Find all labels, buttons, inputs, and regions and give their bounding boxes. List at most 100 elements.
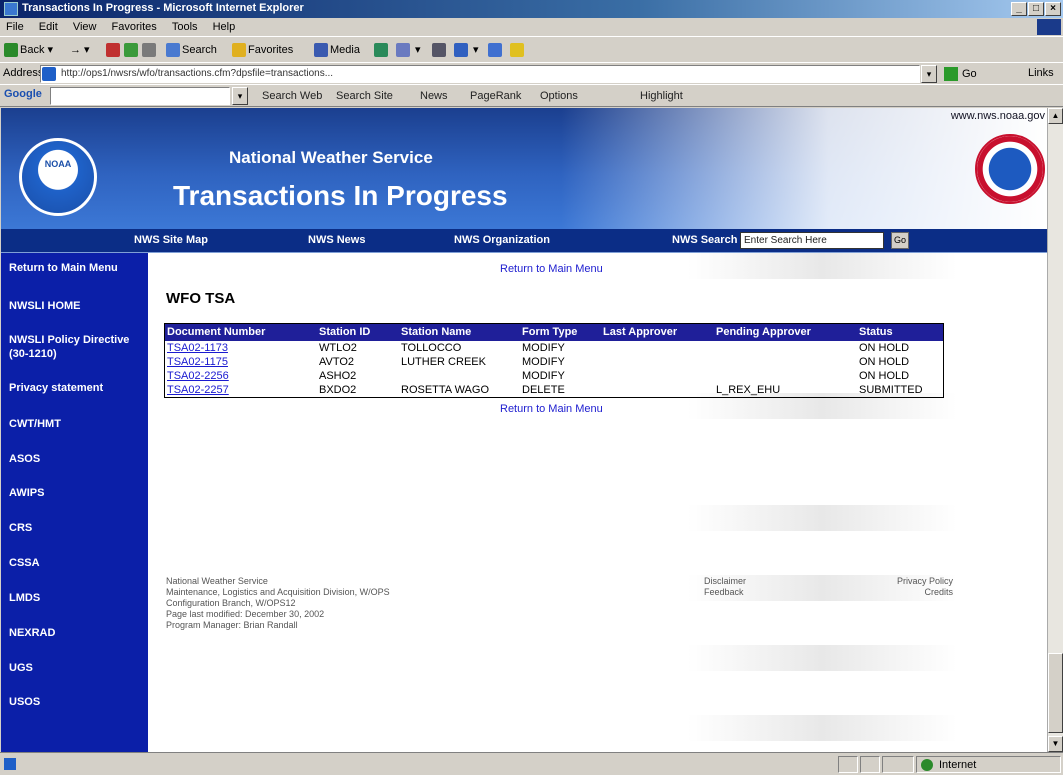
search-icon <box>166 43 180 58</box>
nws-search-go-button[interactable]: Go <box>891 232 909 249</box>
col-status: Status <box>859 326 893 338</box>
footer-links-left: Disclaimer Feedback <box>704 576 746 598</box>
nav-organization[interactable]: NWS Organization <box>454 234 550 246</box>
back-arrow-icon <box>4 43 18 58</box>
scroll-up-button[interactable]: ▲ <box>1048 108 1063 124</box>
google-options-button[interactable]: Options <box>540 90 578 102</box>
messenger-button[interactable] <box>510 41 526 59</box>
noaa-logo[interactable]: NOAA <box>19 138 97 216</box>
google-search-input[interactable] <box>50 87 230 105</box>
sidebar-item-ugs[interactable]: UGS <box>9 661 33 675</box>
nav-news[interactable]: NWS News <box>308 234 365 246</box>
google-search-dropdown[interactable]: ▾ <box>232 87 248 105</box>
noaa-logo-label: NOAA <box>44 159 72 169</box>
history-button[interactable] <box>374 41 390 59</box>
station-id: ASHO2 <box>319 370 357 382</box>
search-site-button[interactable]: Search Site <box>336 90 393 102</box>
privacy-policy-link[interactable]: Privacy Policy <box>873 576 953 587</box>
nav-search-label: NWS Search <box>672 234 738 246</box>
scroll-thumb[interactable] <box>1048 653 1063 733</box>
google-logo[interactable]: Google <box>4 88 42 100</box>
document-link[interactable]: TSA02-2256 <box>167 370 229 382</box>
content-stripe <box>148 505 1047 531</box>
highlight-button[interactable]: Highlight <box>640 90 683 102</box>
nws-search-input[interactable]: Enter Search Here <box>740 232 884 249</box>
media-button[interactable]: Media <box>314 41 360 59</box>
menu-favorites[interactable]: Favorites <box>106 18 163 33</box>
content-stripe <box>148 645 1047 671</box>
credits-link[interactable]: Credits <box>873 587 953 598</box>
site-url-link[interactable]: www.nws.noaa.gov <box>951 110 1045 122</box>
scroll-down-button[interactable]: ▼ <box>1048 736 1063 752</box>
form-type: DELETE <box>522 384 565 396</box>
google-news-button[interactable]: News <box>420 90 448 102</box>
maximize-button[interactable]: □ <box>1028 2 1044 16</box>
pagerank-indicator[interactable]: PageRank <box>470 90 521 102</box>
menu-view[interactable]: View <box>67 18 103 33</box>
menu-help[interactable]: Help <box>207 18 242 33</box>
document-link[interactable]: TSA02-1173 <box>167 342 228 354</box>
nws-banner: NOAA National Weather Service Transactio… <box>1 108 1047 229</box>
back-button[interactable]: Back ▾ <box>4 41 53 59</box>
sidebar-item-privacy[interactable]: Privacy statement <box>9 381 103 395</box>
mail-button[interactable]: ▾ <box>396 41 421 59</box>
go-arrow-icon <box>944 67 958 81</box>
station-name: LUTHER CREEK <box>401 356 486 368</box>
station-id: BXDO2 <box>319 384 357 396</box>
links-button[interactable]: Links <box>1028 67 1054 79</box>
sidebar-item-return-main[interactable]: Return to Main Menu <box>9 261 118 275</box>
station-name: ROSETTA WAGO <box>401 384 490 396</box>
forward-button[interactable]: → ▾ <box>70 41 90 59</box>
footer-line: National Weather Service <box>166 576 268 586</box>
edit-button[interactable]: ▾ <box>454 41 479 59</box>
print-button[interactable] <box>432 41 448 59</box>
print-icon <box>432 43 446 58</box>
status: ON HOLD <box>859 342 910 354</box>
refresh-button[interactable] <box>124 41 140 59</box>
favorites-button[interactable]: Favorites <box>232 41 293 59</box>
sidebar-item-usos[interactable]: USOS <box>9 695 40 709</box>
sidebar-item-nwsli-home[interactable]: NWSLI HOME <box>9 299 81 313</box>
menu-tools[interactable]: Tools <box>166 18 204 33</box>
return-main-link-top[interactable]: Return to Main Menu <box>500 263 603 275</box>
minimize-button[interactable]: _ <box>1011 2 1027 16</box>
document-link[interactable]: TSA02-2257 <box>167 384 229 396</box>
menu-bar: File Edit View Favorites Tools Help <box>0 18 1063 36</box>
address-go-button[interactable]: Go <box>944 66 992 82</box>
col-station-id: Station ID <box>319 326 371 338</box>
form-type: MODIFY <box>522 342 565 354</box>
home-button[interactable] <box>142 41 158 59</box>
address-dropdown[interactable]: ▾ <box>921 65 937 83</box>
sidebar-item-awips[interactable]: AWIPS <box>9 486 44 500</box>
feedback-link[interactable]: Feedback <box>704 587 746 598</box>
sidebar-item-cssa[interactable]: CSSA <box>9 556 40 570</box>
menu-edit[interactable]: Edit <box>33 18 64 33</box>
return-main-link-bottom[interactable]: Return to Main Menu <box>500 403 603 415</box>
nav-site-map[interactable]: NWS Site Map <box>134 234 208 246</box>
sidebar-item-lmds[interactable]: LMDS <box>9 591 40 605</box>
col-pending-approver: Pending Approver <box>716 326 811 338</box>
sidebar-item-policy-directive[interactable]: NWSLI Policy Directive (30-1210) <box>9 333 147 361</box>
close-button[interactable]: × <box>1045 2 1061 16</box>
menu-file[interactable]: File <box>0 18 30 33</box>
search-button[interactable]: Search <box>166 41 217 59</box>
document-link[interactable]: TSA02-1175 <box>167 356 228 368</box>
table-row: TSA02-2256 ASHO2 MODIFY ON HOLD <box>165 369 943 383</box>
station-name: TOLLOCCO <box>401 342 462 354</box>
station-id: WTLO2 <box>319 342 357 354</box>
disclaimer-link[interactable]: Disclaimer <box>704 576 746 587</box>
messenger-icon <box>510 43 524 58</box>
stop-button[interactable] <box>106 41 122 59</box>
vertical-scrollbar[interactable]: ▲ ▼ <box>1047 108 1063 752</box>
sidebar-item-crs[interactable]: CRS <box>9 521 32 535</box>
nws-seal-logo[interactable] <box>975 134 1045 204</box>
windows-logo-icon <box>1037 19 1061 35</box>
sidebar-item-cwt-hmt[interactable]: CWT/HMT <box>9 417 61 431</box>
address-input[interactable]: http://ops1/nwsrs/wfo/transactions.cfm?d… <box>40 65 920 83</box>
sidebar-item-asos[interactable]: ASOS <box>9 452 40 466</box>
standard-toolbar: Back ▾ → ▾ Search Favorites Media ▾ ▾ <box>0 36 1063 62</box>
discuss-button[interactable] <box>488 41 504 59</box>
sidebar-item-nexrad[interactable]: NEXRAD <box>9 626 55 640</box>
org-name: National Weather Service <box>229 148 433 167</box>
search-web-button[interactable]: Search Web <box>262 90 322 102</box>
